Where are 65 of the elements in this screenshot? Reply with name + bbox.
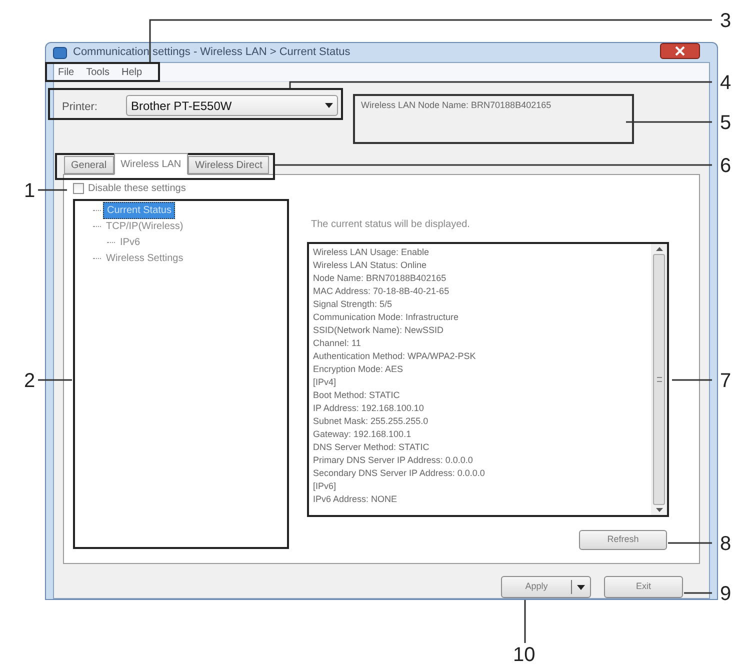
caret-icon	[325, 103, 333, 108]
apply-split-button[interactable]: Apply	[501, 576, 591, 598]
status-line: Subnet Mask: 255.255.255.0	[313, 415, 430, 428]
scroll-thumb[interactable]	[653, 254, 665, 505]
scrollbar[interactable]	[651, 244, 667, 515]
node-name-box: Wireless LAN Node Name: BRN70188B402165	[353, 94, 634, 144]
leader-line	[672, 379, 712, 381]
callout-number: 2	[24, 371, 36, 391]
status-line: Boot Method: STATIC	[313, 389, 401, 402]
checkbox[interactable]	[73, 182, 84, 194]
status-message: The current status will be displayed.	[311, 218, 471, 232]
leader-line	[38, 379, 72, 381]
checkbox-label: Disable these settings	[88, 182, 186, 196]
leader-line	[38, 189, 67, 191]
window-title: Communication settings - Wireless LAN > Current Status	[73, 45, 350, 60]
status-line: Gateway: 192.168.100.1	[313, 428, 412, 441]
status-line: Channel: 11	[313, 337, 362, 350]
printer-dropdown[interactable]: Brother PT-E550W	[126, 95, 338, 116]
caret-icon[interactable]	[577, 584, 585, 590]
leader-line	[524, 600, 526, 643]
tree-item[interactable]: Wireless Settings	[103, 250, 186, 266]
status-line: DNS Server Method: STATIC	[313, 441, 430, 454]
app-icon	[53, 46, 67, 58]
callout-number: 7	[720, 371, 732, 391]
status-line: Communication Mode: Infrastructure	[313, 311, 460, 324]
tab[interactable]: Wireless LAN	[114, 153, 188, 175]
callout-number: 1	[24, 181, 36, 201]
callout-number: 4	[720, 73, 732, 93]
status-line: IPv6 Address: NONE	[313, 493, 398, 506]
status-line: Authentication Method: WPA/WPA2-PSK	[313, 350, 477, 363]
status-line: MAC Address: 70-18-8B-40-21-65	[313, 285, 450, 298]
callout-number: 3	[720, 11, 732, 31]
status-line: Encryption Mode: AES	[313, 363, 404, 376]
printer-label: Printer:	[62, 100, 98, 115]
status-line: Primary DNS Server IP Address: 0.0.0.0	[313, 454, 474, 467]
callout-number: 8	[720, 534, 732, 554]
status-line: Secondary DNS Server IP Address: 0.0.0.0	[313, 467, 486, 480]
refresh-button[interactable]: Refresh	[579, 530, 667, 550]
callout-number: 5	[720, 113, 732, 133]
tab[interactable]: General	[64, 156, 114, 174]
status-line: [IPv6]	[313, 480, 338, 493]
tab[interactable]: Wireless Direct	[188, 156, 270, 174]
tree-item[interactable]: TCP/IP(Wireless)	[103, 218, 186, 234]
menu-item[interactable]: File	[58, 64, 74, 80]
tree-item[interactable]: IPv6	[117, 234, 144, 250]
status-line: SSID(Network Name): NewSSID	[313, 324, 445, 337]
callout-number: 9	[720, 584, 732, 604]
close-button[interactable]	[660, 42, 700, 58]
exit-button[interactable]: Exit	[604, 576, 683, 598]
callout-number: 6	[720, 156, 732, 176]
tree-item[interactable]: Current Status	[103, 202, 176, 218]
menu-item[interactable]: Help	[121, 64, 142, 80]
status-line: [IPv4]	[313, 376, 338, 389]
close-icon	[675, 46, 685, 56]
scroll-down-icon[interactable]	[656, 508, 662, 512]
status-line: Wireless LAN Status: Online	[313, 259, 428, 272]
menu-item[interactable]: Tools	[86, 64, 110, 80]
leader-line	[668, 542, 712, 544]
status-line: Node Name: BRN70188B402165	[313, 272, 448, 285]
scroll-up-icon[interactable]	[656, 247, 662, 251]
status-line: Wireless LAN Usage: Enable	[313, 246, 430, 259]
status-line: IP Address: 192.168.100.10	[313, 402, 425, 415]
leader-line	[684, 592, 712, 594]
status-line: Signal Strength: 5/5	[313, 298, 394, 311]
callout-number: 10	[513, 645, 536, 665]
